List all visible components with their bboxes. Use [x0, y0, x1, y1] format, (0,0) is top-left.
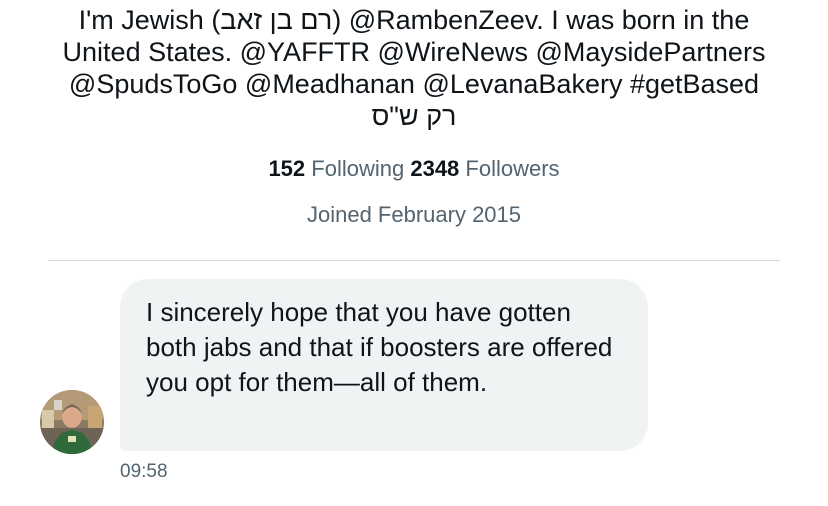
bio-line-hebrew: רק ש"ס: [371, 101, 457, 131]
joined-date: Joined February 2015: [306, 202, 522, 227]
message-bubble[interactable]: I sincerely hope that you have gotten bo…: [120, 279, 648, 451]
avatar[interactable]: [40, 390, 104, 454]
message-text: I sincerely hope that you have gotten bo…: [146, 297, 613, 397]
followers-label: Followers: [465, 156, 560, 181]
message-timestamp: 09:58: [120, 461, 168, 482]
following-label: Following: [311, 156, 405, 181]
bio-line: @SpudsToGo @Meadhanan @LevanaBakery #get…: [68, 69, 760, 99]
avatar-photo: [40, 390, 104, 454]
followers-link[interactable]: 2348 Followers: [410, 156, 559, 181]
followers-count: 2348: [410, 156, 460, 181]
divider: [48, 260, 780, 261]
profile-bio: I'm Jewish (רם בן זאב) @RambenZeev. I wa…: [30, 4, 798, 132]
bio-line: United States. @YAFFTR @WireNews @Maysid…: [62, 37, 766, 67]
bio-line: I'm Jewish (רם בן זאב) @RambenZeev. I wa…: [78, 5, 750, 35]
following-count: 152: [268, 156, 306, 181]
follow-stats: 152 Following 2348 Followers: [0, 154, 828, 184]
following-link[interactable]: 152 Following: [268, 156, 410, 181]
